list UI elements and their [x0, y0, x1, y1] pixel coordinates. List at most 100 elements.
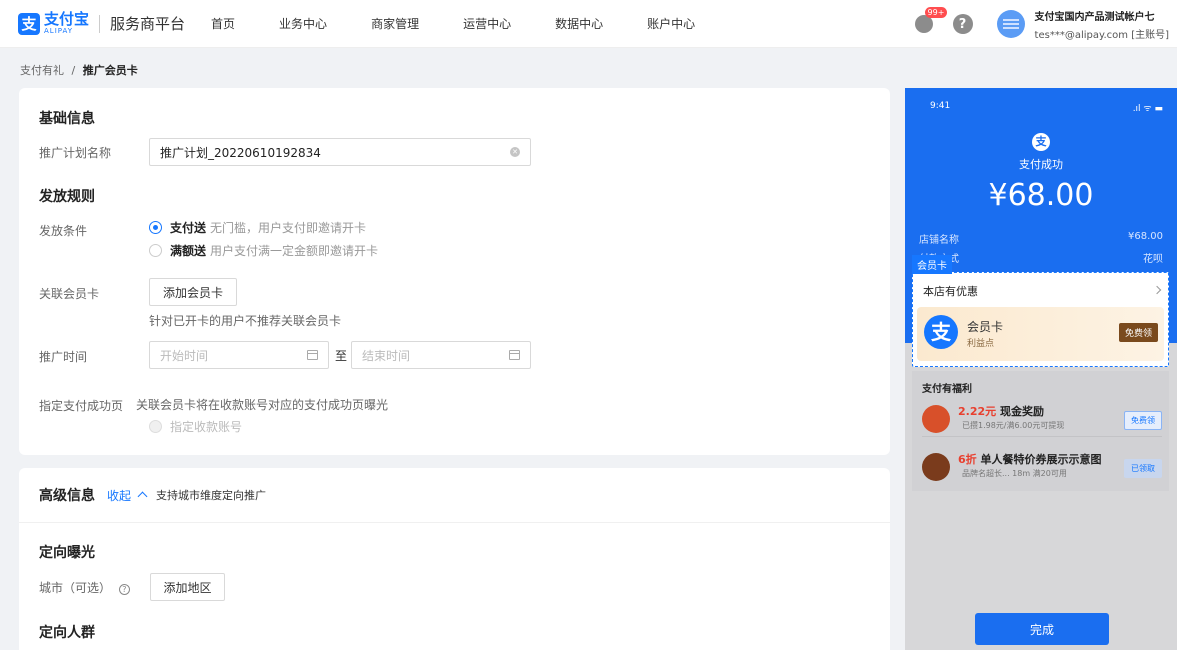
plan-name-input[interactable]: 推广计划_20220610192834 ✕: [149, 138, 531, 166]
platform-name: 服务商平台: [110, 15, 186, 33]
breadcrumb-separator: /: [71, 64, 76, 77]
w2-claimed-button: 已领取: [1124, 459, 1162, 478]
radio-option-account: 指定收款账号: [149, 418, 242, 435]
user-info[interactable]: 支付宝国内产品测试帐户七 tes***@alipay.com [主账号]: [1035, 8, 1169, 41]
time-label: 推广时间: [39, 350, 88, 364]
alipay-logo[interactable]: 支 支付宝 ALIPAY: [18, 12, 89, 35]
welfare-title: 支付有福利: [922, 384, 972, 395]
nav-merchants[interactable]: 商家管理: [371, 15, 419, 32]
advanced-subtitle: 支持城市维度定向推广: [156, 489, 267, 502]
radio-option-pay[interactable]: 支付送 无门槛，用户支付即邀请开卡: [149, 219, 366, 236]
alipay-logo-icon: 支: [18, 12, 40, 35]
clear-icon[interactable]: ✕: [510, 147, 520, 157]
calendar-icon: [509, 350, 520, 360]
alipay-icon: 支: [1032, 133, 1050, 151]
avatar[interactable]: [996, 10, 1025, 38]
logo-divider: [99, 14, 101, 33]
shop-offer-text: 本店有优惠: [923, 285, 978, 298]
user-name: 支付宝国内产品测试帐户七: [1034, 11, 1155, 23]
member-card-logo: 支: [924, 315, 958, 349]
shop-label: 店铺名称: [919, 235, 959, 246]
start-time-placeholder: 开始时间: [160, 348, 209, 363]
add-member-card-button[interactable]: 添加会员卡: [149, 278, 237, 306]
nav-home[interactable]: 首页: [211, 15, 235, 32]
date-separator: 至: [335, 349, 348, 363]
basic-info-title: 基础信息: [39, 111, 95, 127]
nav-data[interactable]: 数据中心: [555, 15, 603, 32]
w1-claim-button: 免费领: [1124, 411, 1162, 430]
nav-operations[interactable]: 运营中心: [463, 15, 511, 32]
top-nav: 支 支付宝 ALIPAY 服务商平台 首页 业务中心 商家管理 运营中心 数据中…: [0, 0, 1177, 48]
w2-number: 6折: [958, 453, 977, 466]
advanced-header: 高级信息 收起 支持城市维度定向推广: [19, 468, 890, 523]
condition-label: 发放条件: [39, 224, 88, 238]
end-time-input[interactable]: 结束时间: [351, 341, 531, 369]
radio-unchecked-icon[interactable]: [149, 244, 162, 257]
add-region-button[interactable]: 添加地区: [150, 573, 225, 601]
member-card-label: 关联会员卡: [39, 287, 100, 301]
calendar-icon: [307, 350, 318, 360]
plan-name-value: 推广计划_20220610192834: [160, 145, 321, 160]
logo-text-cn: 支付宝: [44, 10, 90, 28]
end-time-placeholder: 结束时间: [362, 348, 411, 363]
breadcrumb-current: 推广会员卡: [82, 64, 138, 77]
option2-desc: 用户支付满一定金额即邀请开卡: [210, 244, 379, 258]
plan-name-label: 推广计划名称: [39, 146, 112, 160]
shop-row: 店铺名称 ¥68.00: [919, 231, 1163, 246]
collapse-link[interactable]: 收起: [107, 487, 131, 504]
option1-desc: 无门槛，用户支付即邀请开卡: [210, 221, 367, 235]
city-label: 城市（可选） ?: [39, 579, 130, 596]
chevron-right-icon: [1152, 285, 1162, 295]
breadcrumb-parent[interactable]: 支付有礼: [20, 64, 64, 77]
nav-account[interactable]: 账户中心: [647, 15, 695, 32]
red-packet-icon: [922, 405, 950, 433]
question-icon[interactable]: ?: [118, 584, 130, 595]
method-row: 付款方式 花呗: [919, 250, 1163, 265]
rules-title: 发放规则: [39, 189, 95, 205]
member-card-title: 会员卡: [967, 320, 1004, 334]
user-email: tes***@alipay.com [主账号]: [1034, 29, 1169, 41]
w2-text: 单人餐特价券展示示意图: [980, 453, 1102, 466]
start-time-input[interactable]: 开始时间: [149, 341, 329, 369]
pay-success-text: 支付成功: [1019, 158, 1063, 171]
nav-business[interactable]: 业务中心: [279, 15, 327, 32]
account-option-label: 指定收款账号: [170, 420, 243, 434]
finish-button: 完成: [975, 613, 1109, 645]
advanced-info-card: 高级信息 收起 支持城市维度定向推广 定向曝光 城市（可选） ? 添加地区 定向…: [19, 468, 890, 650]
radio-checked-icon[interactable]: [149, 221, 162, 234]
member-card-preview: 本店有优惠 支 会员卡 利益点 免费领: [912, 272, 1169, 367]
pay-amount: ¥68.00: [988, 178, 1094, 213]
food-icon: [922, 453, 950, 481]
city-label-text: 城市（可选）: [39, 581, 112, 595]
advanced-title: 高级信息: [39, 488, 95, 504]
w1-text: 现金奖励: [999, 405, 1044, 418]
radio-option-threshold[interactable]: 满额送 用户支付满一定金额即邀请开卡: [149, 242, 378, 259]
notification-badge: 99+: [924, 7, 948, 18]
breadcrumb: 支付有礼 / 推广会员卡: [20, 62, 138, 78]
method-value: 花呗: [1143, 254, 1163, 265]
radio-disabled-icon: [149, 420, 162, 433]
crowd-title: 定向人群: [39, 625, 95, 641]
basic-info-card: 基础信息 推广计划名称 推广计划_20220610192834 ✕ 发放规则 发…: [19, 88, 890, 455]
member-card-banner: 支 会员卡 利益点 免费领: [917, 307, 1164, 361]
phone-preview: 9:41 .ıl ᯤ ▬ 支 支付成功 ¥68.00 店铺名称 ¥68.00 付…: [905, 88, 1177, 650]
help-icon[interactable]: ?: [952, 14, 973, 34]
member-card-hint: 针对已开卡的用户不推荐关联会员卡: [149, 314, 342, 328]
welfare-divider: [922, 436, 1162, 437]
success-page-label: 指定支付成功页: [39, 399, 124, 413]
welfare-item-coupon: 6折 单人餐特价券展示示意图 品牌名超长... 18m 满20可用 已领取: [922, 449, 1162, 489]
w2-sub: 品牌名超长... 18m 满20可用: [962, 469, 1067, 478]
bell-icon[interactable]: 99+: [914, 7, 948, 33]
signal-wifi-battery-icon: .ıl ᯤ ▬: [1132, 104, 1163, 114]
option1-strong: 支付送: [170, 221, 207, 235]
exposure-title: 定向曝光: [39, 545, 95, 561]
w1-sub: 已攒1.98元/满6.00元可提现: [962, 421, 1065, 430]
member-card-benefit: 利益点: [967, 339, 995, 349]
member-card-tag: 会员卡: [912, 255, 952, 274]
option2-strong: 满额送: [170, 244, 207, 258]
shop-value: ¥68.00: [1128, 231, 1163, 242]
member-card-claim-button: 免费领: [1118, 323, 1158, 342]
logo-text-en: ALIPAY: [44, 27, 74, 35]
chevron-up-icon[interactable]: [137, 491, 148, 502]
success-page-desc: 关联会员卡将在收款账号对应的支付成功页曝光: [136, 398, 389, 412]
